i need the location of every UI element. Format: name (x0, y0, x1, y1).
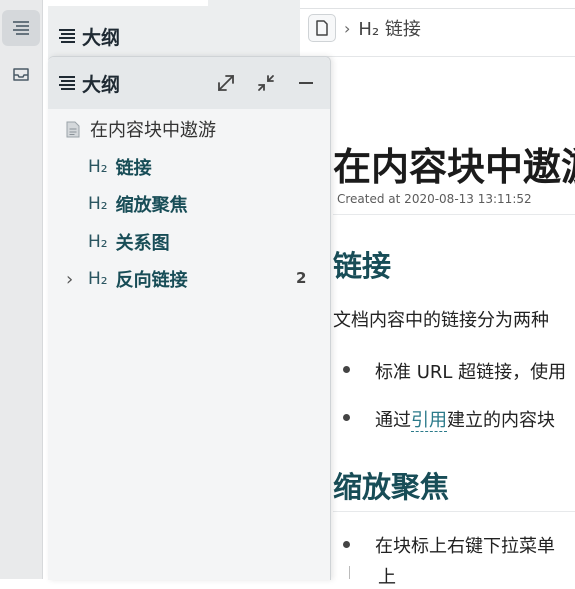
dock-tab-strip (48, 0, 208, 6)
breadcrumb-doc-button[interactable] (308, 14, 336, 42)
outline-item-label: 关系图 (115, 233, 170, 254)
list-item-continuation[interactable]: 上 (378, 563, 396, 589)
minimize-button[interactable] (294, 71, 318, 95)
heading-marker: H₂ (358, 19, 380, 40)
breadcrumb-item[interactable]: H₂ 链接 (358, 15, 421, 41)
expand-button[interactable] (214, 71, 238, 95)
list-item[interactable]: 在块标上右键下拉菜单 (375, 532, 555, 558)
outline-item[interactable]: H₂ 链接 (88, 153, 152, 181)
collapse-button[interactable] (254, 71, 278, 95)
heading-marker: H₂ (88, 269, 108, 289)
list-item[interactable]: 标准 URL 超链接，使用 (375, 358, 566, 384)
bullet-dot (343, 414, 350, 421)
breadcrumb-label: 链接 (384, 19, 421, 40)
chevron-right-icon: › (344, 18, 351, 38)
outline-item-label: 反向链接 (115, 270, 188, 291)
bullet-dot (343, 541, 350, 548)
activity-rail (0, 0, 43, 579)
outline-panel-title: 大纲 (58, 70, 120, 96)
outline-panel: 大纲 在内容块中遨游 H₂ 链接 H₂ 缩放聚焦 H₂ 关系图 › H₂ 反向链… (48, 56, 331, 580)
list-text: 通过 (375, 410, 411, 431)
block-ref-link[interactable]: 引用 (411, 410, 447, 432)
outline-item[interactable]: H₂ 关系图 (88, 228, 170, 256)
section-divider (333, 511, 575, 512)
heading-marker: H₂ (88, 194, 108, 214)
heading-marker: H₂ (88, 157, 108, 177)
outline-toggle-button[interactable] (2, 10, 40, 46)
indent-guide (349, 566, 350, 579)
outline-title-label: 大纲 (82, 73, 121, 96)
title-divider (333, 214, 575, 215)
document-title[interactable]: 在内容块中遨游 (333, 136, 575, 191)
created-timestamp: Created at 2020-08-13 13:11:52 (337, 192, 532, 206)
outline-list-icon (59, 29, 75, 43)
breadcrumb: › H₂ 链接 (308, 14, 421, 42)
document-icon (316, 20, 328, 36)
section-heading-zoom[interactable]: 缩放聚焦 (333, 464, 449, 506)
outline-item[interactable]: › H₂ 反向链接 (66, 265, 188, 293)
minus-icon (299, 82, 313, 84)
outline-panel-header[interactable]: 大纲 (48, 57, 330, 109)
paragraph[interactable]: 文档内容中的链接分为两种 (333, 306, 549, 332)
outline-doc-item[interactable]: 在内容块中遨游 (66, 115, 216, 143)
dock-title: 大纲 (58, 23, 120, 49)
outline-list-icon (59, 76, 75, 90)
outline-list-icon (13, 21, 29, 35)
outline-item-count: 2 (296, 269, 307, 287)
list-text: 建立的内容块 (447, 410, 555, 431)
heading-marker: H₂ (88, 232, 108, 252)
section-heading-links[interactable]: 链接 (333, 243, 391, 285)
expand-icon (218, 75, 234, 91)
outline-item-label: 链接 (115, 158, 152, 179)
chevron-right-icon[interactable]: › (66, 269, 88, 290)
collapse-icon (258, 75, 274, 91)
outline-item[interactable]: H₂ 缩放聚焦 (88, 190, 188, 218)
document-icon (66, 121, 80, 137)
dock-title-label: 大纲 (82, 26, 121, 49)
bullet-dot (343, 366, 350, 373)
outline-item-label: 缩放聚焦 (115, 195, 188, 216)
list-item[interactable]: 通过引用建立的内容块 (375, 406, 555, 432)
inbox-icon (13, 68, 29, 81)
outline-doc-title: 在内容块中遨游 (90, 120, 216, 141)
inbox-button[interactable] (2, 56, 40, 92)
topbar-divider (300, 8, 575, 9)
